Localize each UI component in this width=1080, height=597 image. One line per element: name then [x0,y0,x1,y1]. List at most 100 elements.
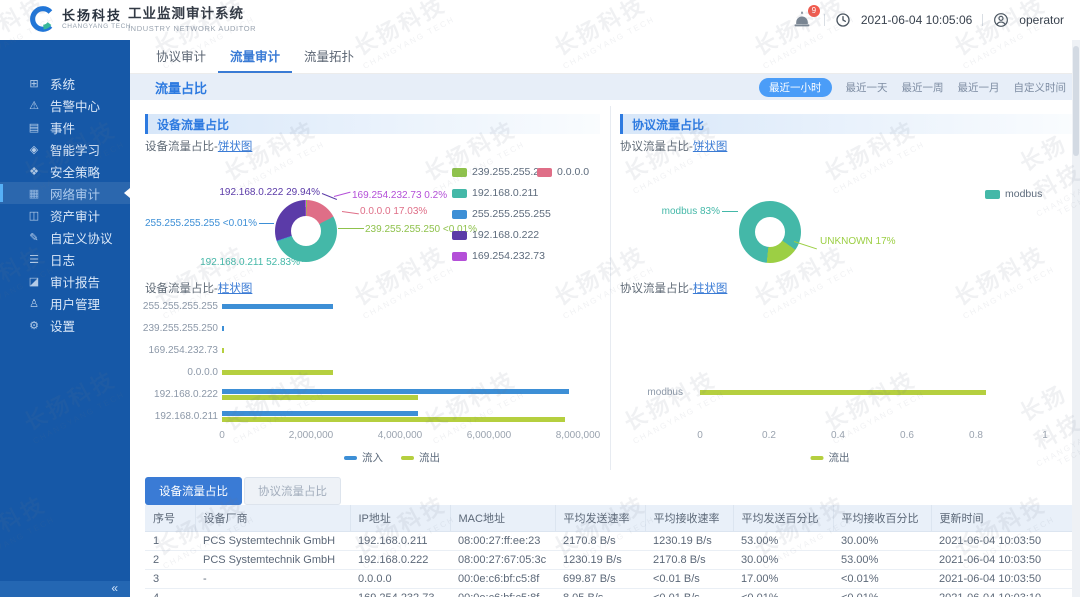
asset-audit-icon: ◫ [27,209,41,222]
bar-category-label: 169.254.232.73 [68,345,218,356]
table-header-6: 平均发送百分比 [733,505,833,532]
scrollbar-thumb[interactable] [1073,46,1079,156]
legend-label: 192.168.0.211 [472,187,538,199]
legend-swatch [985,190,1000,199]
pie-chart-protocol-pie [739,201,801,263]
tab-protocol-audit[interactable]: 协议审计 [144,40,218,73]
device-panel-header: 设备流量占比 [145,114,600,134]
axis-tick: 4,000,000 [360,430,440,441]
pie-hole [291,216,321,246]
bottom-tab-device-traffic[interactable]: 设备流量占比 [145,477,242,505]
axis-tick: 0.8 [936,430,1016,441]
bar-legend: 流出 [811,450,850,465]
bar-流出 [222,348,224,353]
legend-item[interactable]: 流入 [344,450,383,465]
legend-swatch [344,456,357,460]
device-pie-chart-link[interactable]: 饼状图 [218,141,253,153]
bar-流出 [222,395,418,400]
table-cell: 53.00% [733,532,833,551]
network-audit-icon: ▦ [27,187,41,200]
table-header-1: 设备厂商 [195,505,350,532]
smart-learning-icon: ◈ [27,143,41,156]
bar-category-label: 192.168.0.211 [68,411,218,422]
sidebar-item-label: 网络审计 [50,184,100,203]
table-cell: 2021-06-04 10:03:50 [931,570,1075,589]
legend-item[interactable]: 169.254.232.73 [452,250,545,262]
sidebar-item-alarm-center[interactable]: ⚠告警中心 [0,94,130,116]
table-cell: <0.01 B/s [645,589,733,597]
legend-swatch [452,210,467,219]
device-pie-caption: 设备流量占比-饼状图 [145,138,252,154]
sidebar-item-label: 告警中心 [50,96,100,115]
legend-item[interactable]: 0.0.0.0 [537,166,589,178]
sidebar-item-label: 自定义协议 [50,228,113,247]
sidebar-item-logs[interactable]: ☰日志 [0,248,130,270]
pie-label: 255.255.255.255 <0.01% [130,218,257,229]
table-cell: 2021-06-04 10:03:10 [931,589,1075,597]
axis-tick: 0 [660,430,740,441]
table-head: 序号设备厂商IP地址MAC地址平均发送速率平均接收速率平均发送百分比平均接收百分… [145,505,1075,532]
alarm-badge: 9 [808,5,820,17]
table-cell: 08:00:27:ff:ee:23 [450,532,555,551]
protocol-bar-chart-link[interactable]: 柱状图 [693,283,728,295]
pie-label: UNKNOWN 17% [820,236,896,247]
bar-流出 [222,417,565,422]
traffic-table: 序号设备厂商IP地址MAC地址平均发送速率平均接收速率平均发送百分比平均接收百分… [145,505,1075,597]
legend-item[interactable]: 流出 [401,450,440,465]
alarm-icon[interactable]: 9 [792,9,814,31]
sidebar-item-asset-audit[interactable]: ◫ 资产审计 [0,204,130,226]
pie-hole [755,217,785,247]
sidebar-item-network-audit[interactable]: ▦ 网络审计 [0,182,130,204]
sidebar-item-audit-report[interactable]: ◪审计报告 [0,270,130,292]
device-bar-chart-link[interactable]: 柱状图 [218,283,253,295]
table-cell: PCS Systemtechnik GmbH [195,551,350,570]
bar-流出 [222,370,333,375]
legend-swatch [452,189,467,198]
table-cell: 2 [145,551,195,570]
bottom-tabs: 设备流量占比协议流量占比 [145,477,341,505]
username[interactable]: operator [1019,13,1064,27]
legend-item[interactable]: 192.168.0.222 [452,229,539,241]
legend-swatch [811,456,824,460]
tab-traffic-topology[interactable]: 流量拓扑 [292,40,366,73]
bar-category-label: 192.168.0.222 [68,389,218,400]
bar-category-label: 0.0.0.0 [68,367,218,378]
axis-tick: 0.2 [729,430,809,441]
brand-logo-icon [28,5,56,33]
sidebar-item-smart-learning[interactable]: ◈智能学习 [0,138,130,160]
filter-last-day[interactable]: 最近一天 [846,80,888,95]
axis-tick: 6,000,000 [449,430,529,441]
legend-item[interactable]: 239.255.255.250 [452,166,551,178]
sidebar-item-security-policy[interactable]: ❖安全策略 [0,160,130,182]
sidebar-collapse-button[interactable]: « [0,581,130,597]
tab-traffic-audit[interactable]: 流量审计 [218,40,292,73]
legend-label: 流出 [829,450,850,465]
pie-label: 0.0.0.0 17.03% [360,206,427,217]
protocol-panel-title: 协议流量占比 [632,116,704,133]
axis-tick: 0 [182,430,262,441]
sidebar-item-system[interactable]: ⊞系统 [0,72,130,94]
sidebar-item-label: 安全策略 [50,162,100,181]
bottom-tab-protocol-traffic[interactable]: 协议流量占比 [244,477,341,505]
header-separator [824,14,825,26]
legend-item[interactable]: modbus [985,188,1042,200]
table-cell: 8.05 B/s [555,589,645,597]
filter-last-hour[interactable]: 最近一小时 [759,78,832,97]
table-cell: 699.87 B/s [555,570,645,589]
table-cell: 2021-06-04 10:03:50 [931,532,1075,551]
table-cell: <0.01% [833,570,931,589]
legend-item[interactable]: 192.168.0.211 [452,187,538,199]
sidebar-item-label: 日志 [50,250,75,269]
filter-last-week[interactable]: 最近一周 [902,80,944,95]
sidebar-item-events[interactable]: ▤事件 [0,116,130,138]
filter-last-month[interactable]: 最近一月 [958,80,1000,95]
protocol-pie-chart-link[interactable]: 饼状图 [693,141,728,153]
sidebar-item-label: 资产审计 [50,206,100,225]
section-title: 流量占比 [155,78,207,97]
sidebar-item-custom-protocol[interactable]: ✎自定义协议 [0,226,130,248]
filter-custom-time[interactable]: 自定义时间 [1014,80,1067,95]
bar-流入 [222,326,224,331]
table-cell: 0.0.0.0 [350,570,450,589]
legend-item[interactable]: 流出 [811,450,850,465]
legend-item[interactable]: 255.255.255.255 [452,208,551,220]
